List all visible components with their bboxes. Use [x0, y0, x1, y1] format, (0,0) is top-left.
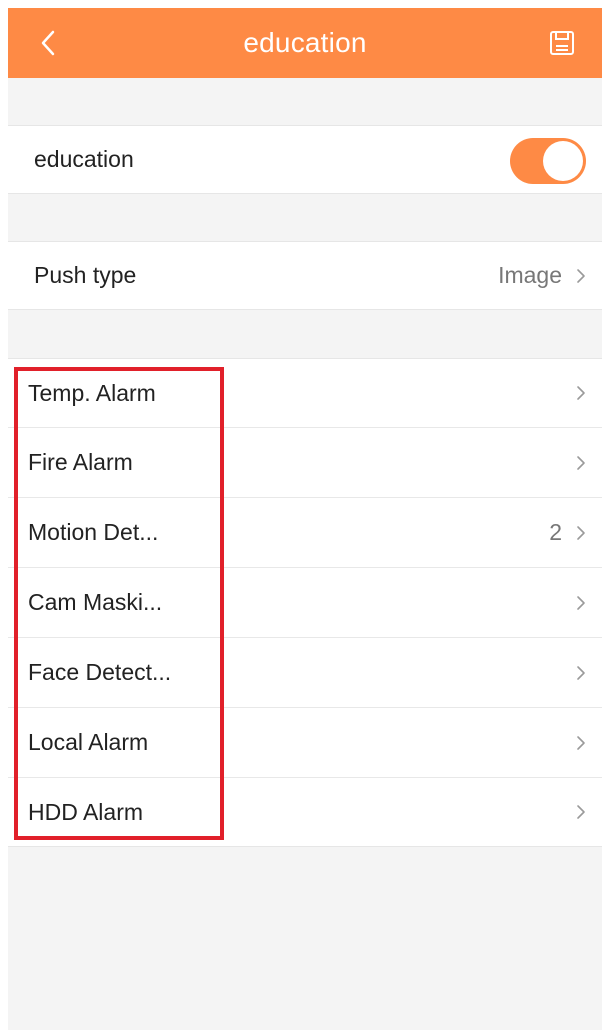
list-item-label: Temp. Alarm — [28, 379, 156, 406]
education-row: education — [8, 125, 602, 194]
chevron-right-icon — [574, 594, 588, 612]
chevron-right-icon — [574, 734, 588, 752]
push-type-value: Image — [498, 262, 562, 288]
chevron-left-icon — [41, 30, 55, 56]
toggle-knob — [543, 141, 583, 181]
list-item-value: 2 — [549, 519, 562, 545]
app-screen: education education Push type Image Temp… — [8, 8, 602, 1030]
education-toggle[interactable] — [510, 138, 586, 184]
list-item-cam-masking[interactable]: Cam Maski... — [8, 568, 602, 637]
push-type-label: Push type — [34, 262, 137, 288]
list-item-fire-alarm[interactable]: Fire Alarm — [8, 428, 602, 497]
list-item-label: Local Alarm — [28, 729, 149, 755]
list-item-temp-alarm[interactable]: Temp. Alarm — [8, 358, 602, 427]
chevron-right-icon — [574, 524, 588, 542]
header-bar: education — [8, 8, 602, 78]
list-item-label: Face Detect... — [28, 659, 172, 685]
list-item-local-alarm[interactable]: Local Alarm — [8, 708, 602, 777]
chevron-right-icon — [574, 384, 588, 402]
list-item-face-detect[interactable]: Face Detect... — [8, 638, 602, 707]
list-item-label: HDD Alarm — [28, 798, 144, 825]
page-title: education — [243, 27, 367, 58]
list-item-motion-detect[interactable]: Motion Det... 2 — [8, 498, 602, 567]
list-item-hdd-alarm[interactable]: HDD Alarm — [8, 778, 602, 847]
list-item-label: Cam Maski... — [28, 589, 163, 615]
back-button[interactable] — [30, 25, 66, 61]
list-item-label: Fire Alarm — [28, 449, 133, 475]
list-item-label: Motion Det... — [28, 519, 159, 545]
chevron-right-icon — [574, 664, 588, 682]
push-type-row[interactable]: Push type Image — [8, 241, 602, 310]
chevron-right-icon — [574, 803, 588, 821]
education-label: education — [34, 146, 134, 172]
save-button[interactable] — [544, 25, 580, 61]
save-icon — [550, 31, 574, 55]
chevron-right-icon — [574, 267, 588, 285]
chevron-right-icon — [574, 454, 588, 472]
